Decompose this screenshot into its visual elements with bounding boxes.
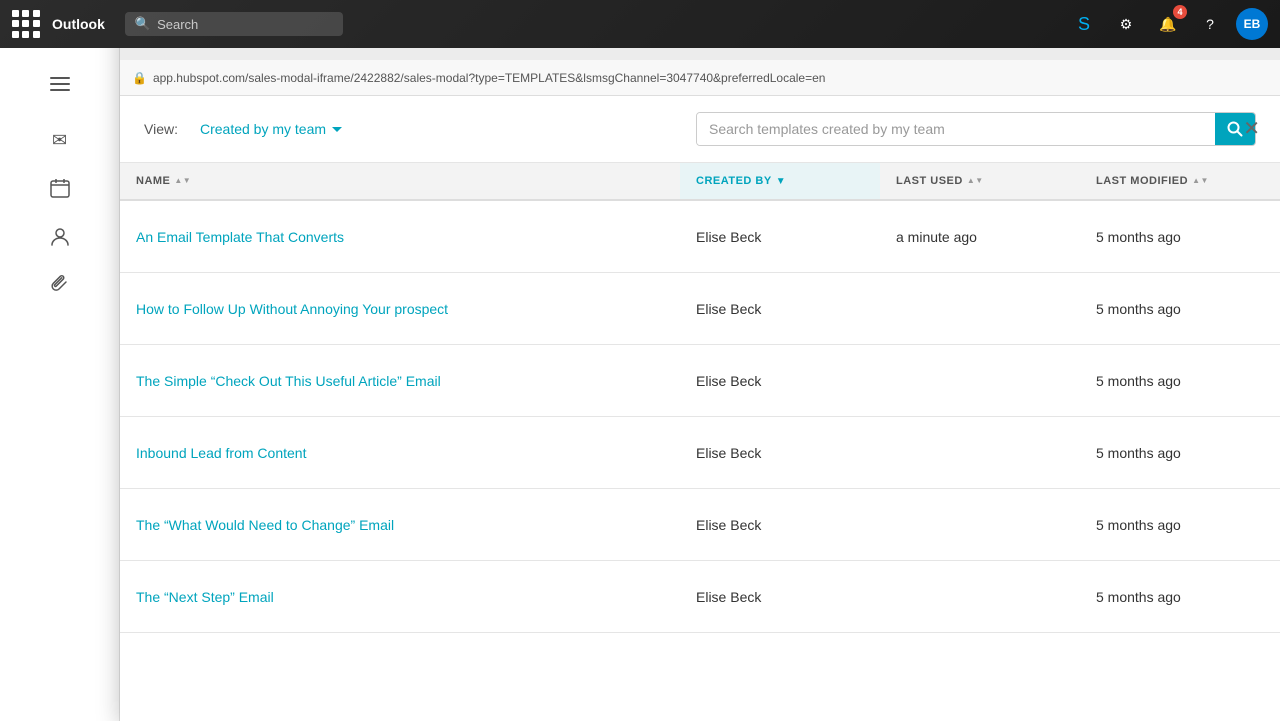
search-input[interactable]: [697, 113, 1215, 145]
os-top-bar: Outlook 🔍 S ⚙ 🔔 4 ? EB: [0, 0, 1280, 48]
name-sort-icon: ▲▼: [174, 177, 191, 185]
table-row: The “Next Step” Email Elise Beck 5 month…: [120, 561, 1280, 633]
col-header-last-used[interactable]: LAST USED ▲▼: [880, 163, 1080, 199]
app-name: Outlook: [52, 16, 105, 32]
modal-content: View: Created by my team ✕: [120, 96, 1280, 721]
created-by-cell: Elise Beck: [680, 285, 880, 333]
col-header-created-by[interactable]: CREATED BY ▼: [680, 163, 880, 199]
notification-badge: 4: [1173, 5, 1187, 19]
table-row: Inbound Lead from Content Elise Beck 5 m…: [120, 417, 1280, 489]
last-modified-cell: 5 months ago: [1080, 501, 1280, 549]
modal-header: View: Created by my team ✕: [120, 96, 1280, 163]
last-modified-cell: 5 months ago: [1080, 285, 1280, 333]
last-modified-cell: 5 months ago: [1080, 357, 1280, 405]
created-by-cell: Elise Beck: [680, 429, 880, 477]
created-by-sort-icon: ▼: [776, 176, 786, 187]
table-row: The Simple “Check Out This Useful Articl…: [120, 345, 1280, 417]
col-header-last-modified[interactable]: LAST MODIFIED ▲▼: [1080, 163, 1280, 199]
table-row: The “What Would Need to Change” Email El…: [120, 489, 1280, 561]
address-bar: 🔒 app.hubspot.com/sales-modal-iframe/242…: [120, 60, 1280, 96]
created-by-cell: Elise Beck: [680, 573, 880, 621]
last-modified-cell: 5 months ago: [1080, 429, 1280, 477]
hamburger-menu-icon[interactable]: [40, 64, 80, 104]
view-dropdown-value: Created by my team: [200, 121, 326, 137]
chevron-down-icon: [332, 127, 342, 132]
template-name-cell: The “What Would Need to Change” Email: [120, 501, 680, 549]
address-text: app.hubspot.com/sales-modal-iframe/24228…: [153, 71, 826, 85]
created-by-cell: Elise Beck: [680, 357, 880, 405]
people-icon[interactable]: [40, 216, 80, 256]
last-used-cell: a minute ago: [880, 213, 1080, 261]
left-sidebar: ✉: [0, 48, 120, 721]
table-row: How to Follow Up Without Annoying Your p…: [120, 273, 1280, 345]
template-link[interactable]: The Simple “Check Out This Useful Articl…: [136, 373, 441, 389]
settings-icon[interactable]: ⚙: [1110, 8, 1142, 40]
mail-icon[interactable]: ✉: [40, 120, 80, 160]
template-link[interactable]: How to Follow Up Without Annoying Your p…: [136, 301, 448, 317]
os-search-bar[interactable]: 🔍: [125, 12, 343, 36]
close-button[interactable]: ✕: [1239, 115, 1264, 143]
lock-icon: 🔒: [132, 71, 147, 85]
created-by-cell: Elise Beck: [680, 501, 880, 549]
created-by-cell: Elise Beck: [680, 213, 880, 261]
last-modified-cell: 5 months ago: [1080, 573, 1280, 621]
help-icon[interactable]: ?: [1194, 8, 1226, 40]
last-used-cell: [880, 581, 1080, 613]
template-link[interactable]: The “Next Step” Email: [136, 589, 274, 605]
col-header-name[interactable]: NAME ▲▼: [120, 163, 680, 199]
waffle-icon[interactable]: [12, 10, 40, 38]
template-link[interactable]: An Email Template That Converts: [136, 229, 344, 245]
last-modified-cell: 5 months ago: [1080, 213, 1280, 261]
templates-table: NAME ▲▼ CREATED BY ▼ LAST USED ▲▼ LAST M…: [120, 163, 1280, 721]
calendar-icon[interactable]: [40, 168, 80, 208]
notification-icon[interactable]: 🔔 4: [1152, 8, 1184, 40]
paperclip-icon[interactable]: [40, 264, 80, 304]
template-name-cell: Inbound Lead from Content: [120, 429, 680, 477]
view-label: View:: [144, 121, 178, 137]
template-name-cell: How to Follow Up Without Annoying Your p…: [120, 285, 680, 333]
view-dropdown[interactable]: Created by my team: [194, 117, 348, 141]
search-box[interactable]: [696, 112, 1256, 146]
table-row: An Email Template That Converts Elise Be…: [120, 201, 1280, 273]
template-name-cell: An Email Template That Converts: [120, 213, 680, 261]
template-name-cell: The “Next Step” Email: [120, 573, 680, 621]
template-name-cell: The Simple “Check Out This Useful Articl…: [120, 357, 680, 405]
last-modified-sort-icon: ▲▼: [1192, 177, 1209, 185]
table-body: An Email Template That Converts Elise Be…: [120, 201, 1280, 633]
avatar[interactable]: EB: [1236, 8, 1268, 40]
template-link[interactable]: The “What Would Need to Change” Email: [136, 517, 394, 533]
skype-icon[interactable]: S: [1068, 8, 1100, 40]
last-used-cell: [880, 437, 1080, 469]
last-used-cell: [880, 509, 1080, 541]
browser-window: HubSpot Sales 🔒 app.hubspot.com/sales-mo…: [120, 20, 1280, 721]
last-used-cell: [880, 365, 1080, 397]
last-used-cell: [880, 293, 1080, 325]
template-link[interactable]: Inbound Lead from Content: [136, 445, 306, 461]
os-search-input[interactable]: [157, 17, 333, 32]
last-used-sort-icon: ▲▼: [967, 177, 984, 185]
table-header: NAME ▲▼ CREATED BY ▼ LAST USED ▲▼ LAST M…: [120, 163, 1280, 201]
